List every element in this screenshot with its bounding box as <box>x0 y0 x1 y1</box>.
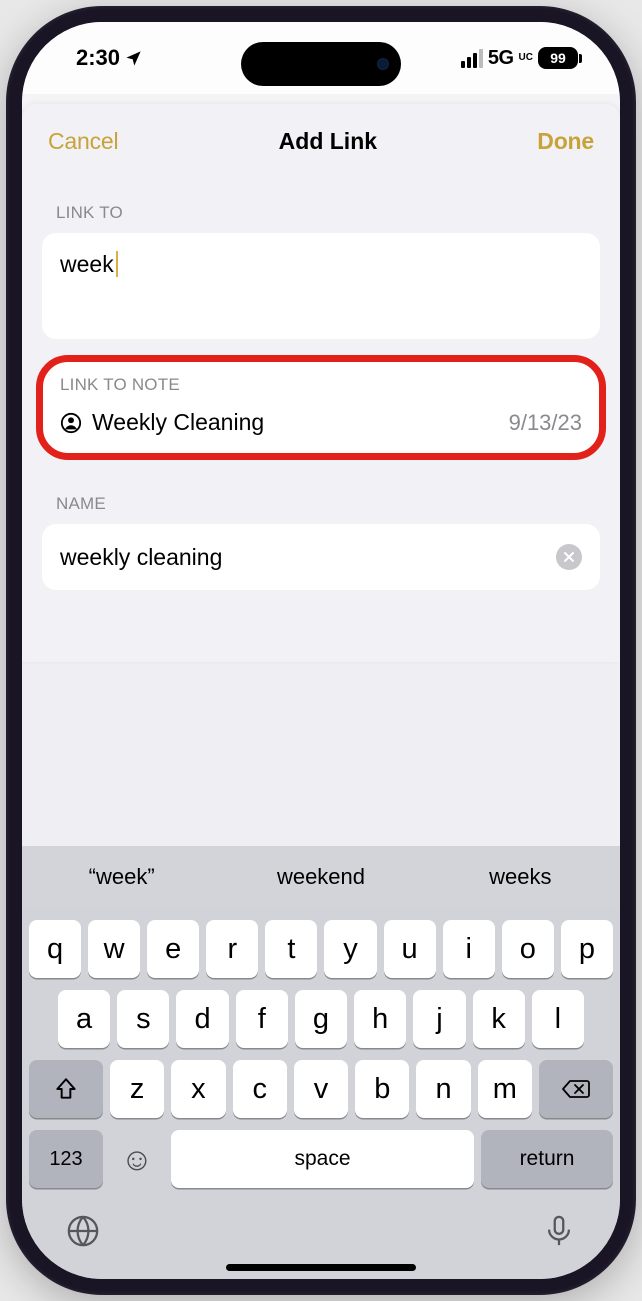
name-label: NAME <box>22 454 620 524</box>
backspace-icon <box>561 1076 591 1102</box>
shared-note-icon <box>60 412 82 434</box>
clear-button[interactable] <box>556 544 582 570</box>
key-p[interactable]: p <box>561 920 613 978</box>
key-z[interactable]: z <box>110 1060 164 1118</box>
signal-icon <box>461 49 483 68</box>
screen: 2:30 5G UC 99 Cancel Add Link Done LINK T… <box>22 22 620 1279</box>
link-to-note-label: LINK TO NOTE <box>60 375 582 395</box>
battery-icon: 99 <box>538 47 578 69</box>
key-c[interactable]: c <box>233 1060 287 1118</box>
note-row[interactable]: Weekly Cleaning 9/13/23 <box>60 409 582 436</box>
key-h[interactable]: h <box>354 990 406 1048</box>
key-i[interactable]: i <box>443 920 495 978</box>
key-o[interactable]: o <box>502 920 554 978</box>
key-row-2: a s d f g h j k l <box>22 990 620 1048</box>
suggestion-1[interactable]: “week” <box>22 864 221 890</box>
note-date: 9/13/23 <box>509 410 582 436</box>
key-d[interactable]: d <box>176 990 228 1048</box>
link-to-note-suggestion[interactable]: LINK TO NOTE Weekly Cleaning 9/13/23 <box>42 361 600 454</box>
key-q[interactable]: q <box>29 920 81 978</box>
key-v[interactable]: v <box>294 1060 348 1118</box>
key-t[interactable]: t <box>265 920 317 978</box>
key-m[interactable]: m <box>478 1060 532 1118</box>
status-right: 5G UC 99 <box>461 47 578 70</box>
link-to-value: week <box>60 251 114 278</box>
key-a[interactable]: a <box>58 990 110 1048</box>
key-s[interactable]: s <box>117 990 169 1048</box>
link-to-input[interactable]: week <box>42 233 600 339</box>
battery-level: 99 <box>550 50 566 66</box>
key-e[interactable]: e <box>147 920 199 978</box>
shift-key[interactable] <box>29 1060 103 1118</box>
key-n[interactable]: n <box>416 1060 470 1118</box>
globe-icon[interactable] <box>66 1214 100 1248</box>
keyboard-bottom-bar <box>22 1188 620 1258</box>
key-j[interactable]: j <box>413 990 465 1048</box>
emoji-key[interactable]: ☺ <box>110 1130 164 1188</box>
key-x[interactable]: x <box>171 1060 225 1118</box>
key-y[interactable]: y <box>324 920 376 978</box>
note-title: Weekly Cleaning <box>92 409 499 436</box>
keyboard: “week” weekend weeks q w e r t y u i o p… <box>22 846 620 1279</box>
key-f[interactable]: f <box>236 990 288 1048</box>
annotation-highlight <box>36 355 606 460</box>
return-key[interactable]: return <box>481 1130 613 1188</box>
suggestion-3[interactable]: weeks <box>421 864 620 890</box>
close-icon <box>563 551 575 563</box>
key-row-bottom: 123 ☺ space return <box>22 1130 620 1188</box>
suggestion-2[interactable]: weekend <box>221 864 420 890</box>
camera-dot <box>377 58 389 70</box>
key-row-3: z x c v b n m <box>22 1060 620 1118</box>
add-link-sheet: Cancel Add Link Done LINK TO week LINK T… <box>22 104 620 662</box>
spacer <box>22 590 620 662</box>
home-indicator[interactable] <box>226 1264 416 1271</box>
text-cursor <box>116 251 118 277</box>
dictation-icon[interactable] <box>542 1214 576 1248</box>
name-value: weekly cleaning <box>60 544 222 571</box>
network-label: 5G <box>488 47 514 70</box>
key-r[interactable]: r <box>206 920 258 978</box>
key-g[interactable]: g <box>295 990 347 1048</box>
link-to-label: LINK TO <box>22 173 620 233</box>
key-b[interactable]: b <box>355 1060 409 1118</box>
shift-icon <box>53 1076 79 1102</box>
network-sub: UC <box>519 54 533 62</box>
cancel-button[interactable]: Cancel <box>48 128 118 155</box>
device-frame: 2:30 5G UC 99 Cancel Add Link Done LINK T… <box>6 6 636 1295</box>
space-key[interactable]: space <box>171 1130 474 1188</box>
suggestion-bar: “week” weekend weeks <box>22 846 620 908</box>
key-w[interactable]: w <box>88 920 140 978</box>
numbers-key[interactable]: 123 <box>29 1130 103 1188</box>
key-l[interactable]: l <box>532 990 584 1048</box>
sheet-title: Add Link <box>279 128 377 155</box>
status-time: 2:30 <box>76 45 120 71</box>
key-k[interactable]: k <box>473 990 525 1048</box>
nav-bar: Cancel Add Link Done <box>22 104 620 173</box>
key-row-1: q w e r t y u i o p <box>22 920 620 978</box>
done-button[interactable]: Done <box>537 128 594 155</box>
backspace-key[interactable] <box>539 1060 613 1118</box>
key-u[interactable]: u <box>384 920 436 978</box>
status-time-wrap: 2:30 <box>76 45 143 71</box>
dynamic-island <box>241 42 401 86</box>
location-icon <box>124 49 143 68</box>
name-input[interactable]: weekly cleaning <box>42 524 600 590</box>
